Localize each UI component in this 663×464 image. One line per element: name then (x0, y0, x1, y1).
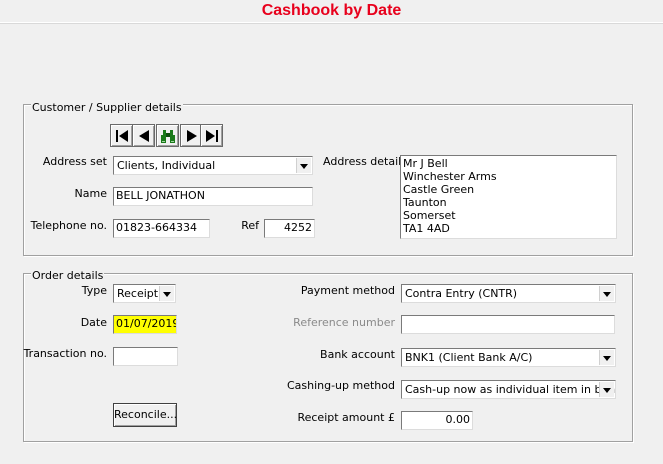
type-label: Type (81, 284, 107, 297)
address-line: Somerset (403, 209, 456, 222)
page-title: Cashbook by Date (261, 2, 402, 19)
telephone-label: Telephone no. (30, 219, 107, 232)
bank-account-label: Bank account (320, 348, 395, 361)
ref-label: Ref (241, 219, 259, 232)
reference-number-field[interactable] (401, 315, 615, 334)
order-details-legend: Order details (31, 269, 105, 282)
chevron-down-icon[interactable] (599, 382, 614, 397)
address-line: Castle Green (403, 183, 475, 196)
address-line: TA1 4AD (403, 222, 450, 235)
type-select[interactable]: Receipt (113, 284, 176, 303)
bank-account-value: BNK1 (Client Bank A/C) (405, 351, 533, 364)
first-record-button[interactable] (110, 124, 133, 147)
title-divider (0, 22, 663, 24)
chevron-down-icon[interactable] (599, 286, 614, 301)
reference-number-label: Reference number (293, 316, 395, 329)
previous-record-button[interactable] (132, 124, 155, 147)
date-label: Date (80, 316, 107, 329)
payment-method-select[interactable]: Contra Entry (CNTR) (401, 284, 616, 303)
name-field[interactable]: BELL JONATHON (113, 187, 313, 206)
address-line: Taunton (403, 196, 447, 209)
chevron-down-icon[interactable] (159, 286, 174, 301)
chevron-down-icon[interactable] (599, 350, 614, 365)
address-set-label: Address set (42, 155, 107, 168)
receipt-amount-label: Receipt amount £ (297, 411, 395, 424)
cashing-up-method-select[interactable]: Cash-up now as individual item in bank (401, 380, 616, 399)
receipt-amount-value: 0.00 (445, 413, 471, 426)
find-button[interactable] (156, 124, 179, 147)
last-record-button[interactable] (200, 124, 223, 147)
address-details-list[interactable]: Mr J Bell Winchester Arms Castle Green T… (400, 155, 617, 239)
chevron-down-icon[interactable] (296, 158, 311, 173)
customer-supplier-legend: Customer / Supplier details (31, 101, 183, 114)
ref-field[interactable]: 4252 (264, 219, 315, 238)
address-set-select[interactable]: Clients, Individual (113, 156, 313, 175)
receipt-amount-field[interactable]: 0.00 (401, 411, 473, 430)
transaction-no-field[interactable] (113, 347, 178, 366)
telephone-field[interactable]: 01823-664334 (113, 219, 210, 238)
type-value: Receipt (117, 287, 159, 300)
cashing-up-method-label: Cashing-up method (286, 379, 395, 392)
bank-account-select[interactable]: BNK1 (Client Bank A/C) (401, 348, 616, 367)
payment-method-label: Payment method (300, 284, 395, 297)
transaction-no-label: Transaction no. (23, 347, 107, 360)
name-value: BELL JONATHON (116, 189, 205, 202)
date-field[interactable]: 01/07/2019 (113, 315, 177, 334)
address-line: Winchester Arms (403, 170, 497, 183)
name-label: Name (74, 187, 107, 200)
telephone-value: 01823-664334 (116, 221, 197, 234)
ref-value: 4252 (284, 221, 312, 234)
payment-method-value: Contra Entry (CNTR) (405, 287, 518, 300)
address-line: Mr J Bell (403, 157, 448, 170)
cashing-up-method-value: Cash-up now as individual item in bank (405, 383, 616, 396)
address-details-label: Address details (323, 155, 407, 168)
address-set-value: Clients, Individual (117, 159, 216, 172)
date-value: 01/07/2019 (116, 317, 177, 330)
reconcile-button[interactable]: Reconcile... (113, 403, 177, 427)
